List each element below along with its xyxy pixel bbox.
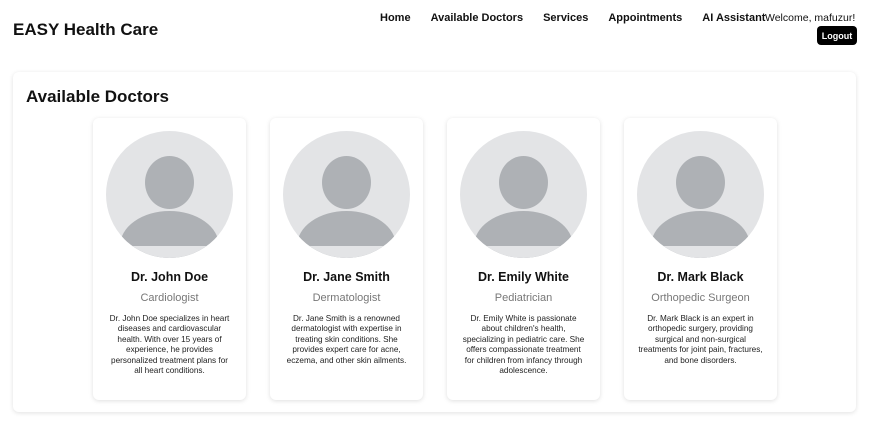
doctor-description: Dr. Jane Smith is a renowned dermatologi…: [286, 314, 407, 365]
avatar-placeholder-icon: [106, 131, 233, 258]
doctor-description: Dr. John Doe specializes in heart diseas…: [109, 314, 230, 376]
nav-services[interactable]: Services: [543, 12, 588, 24]
page-title: Available Doctors: [26, 87, 169, 106]
nav-available-doctors[interactable]: Available Doctors: [431, 12, 524, 24]
nav-ai-assistant[interactable]: AI Assistant: [702, 12, 765, 24]
logout-button[interactable]: Logout: [817, 26, 857, 45]
doctor-specialty: Pediatrician: [494, 292, 553, 304]
main-nav: Home Available Doctors Services Appointm…: [380, 12, 775, 24]
avatar-placeholder-icon: [460, 131, 587, 258]
doctor-description: Dr. Mark Black is an expert in orthopedi…: [638, 314, 763, 365]
doctor-name: Dr. Jane Smith: [303, 270, 390, 284]
doctor-description: Dr. Emily White is passionate about chil…: [462, 314, 585, 376]
welcome-text: Welcome, mafuzur!: [765, 12, 856, 24]
header: EASY Health Care Home Available Doctors …: [0, 0, 870, 60]
doctor-card[interactable]: Dr. Emily White Pediatrician Dr. Emily W…: [447, 118, 600, 400]
doctor-card[interactable]: Dr. Mark Black Orthopedic Surgeon Dr. Ma…: [624, 118, 777, 400]
doctor-name: Dr. John Doe: [130, 270, 209, 284]
avatar-placeholder-icon: [637, 131, 764, 258]
doctor-specialty: Orthopedic Surgeon: [651, 292, 750, 304]
doctors-panel: Available Doctors Dr. John Doe Cardiolog…: [13, 72, 856, 412]
avatar-placeholder-icon: [283, 131, 410, 258]
doctor-name: Dr. Mark Black: [657, 270, 744, 284]
doctor-card[interactable]: Dr. John Doe Cardiologist Dr. John Doe s…: [93, 118, 246, 400]
nav-appointments[interactable]: Appointments: [608, 12, 682, 24]
doctor-specialty: Dermatologist: [312, 292, 381, 304]
doctor-card-list: Dr. John Doe Cardiologist Dr. John Doe s…: [93, 118, 801, 400]
brand-title: EASY Health Care: [13, 20, 159, 39]
doctor-specialty: Cardiologist: [140, 292, 199, 304]
nav-home[interactable]: Home: [380, 12, 411, 24]
doctor-card[interactable]: Dr. Jane Smith Dermatologist Dr. Jane Sm…: [270, 118, 423, 400]
doctor-name: Dr. Emily White: [478, 270, 569, 284]
